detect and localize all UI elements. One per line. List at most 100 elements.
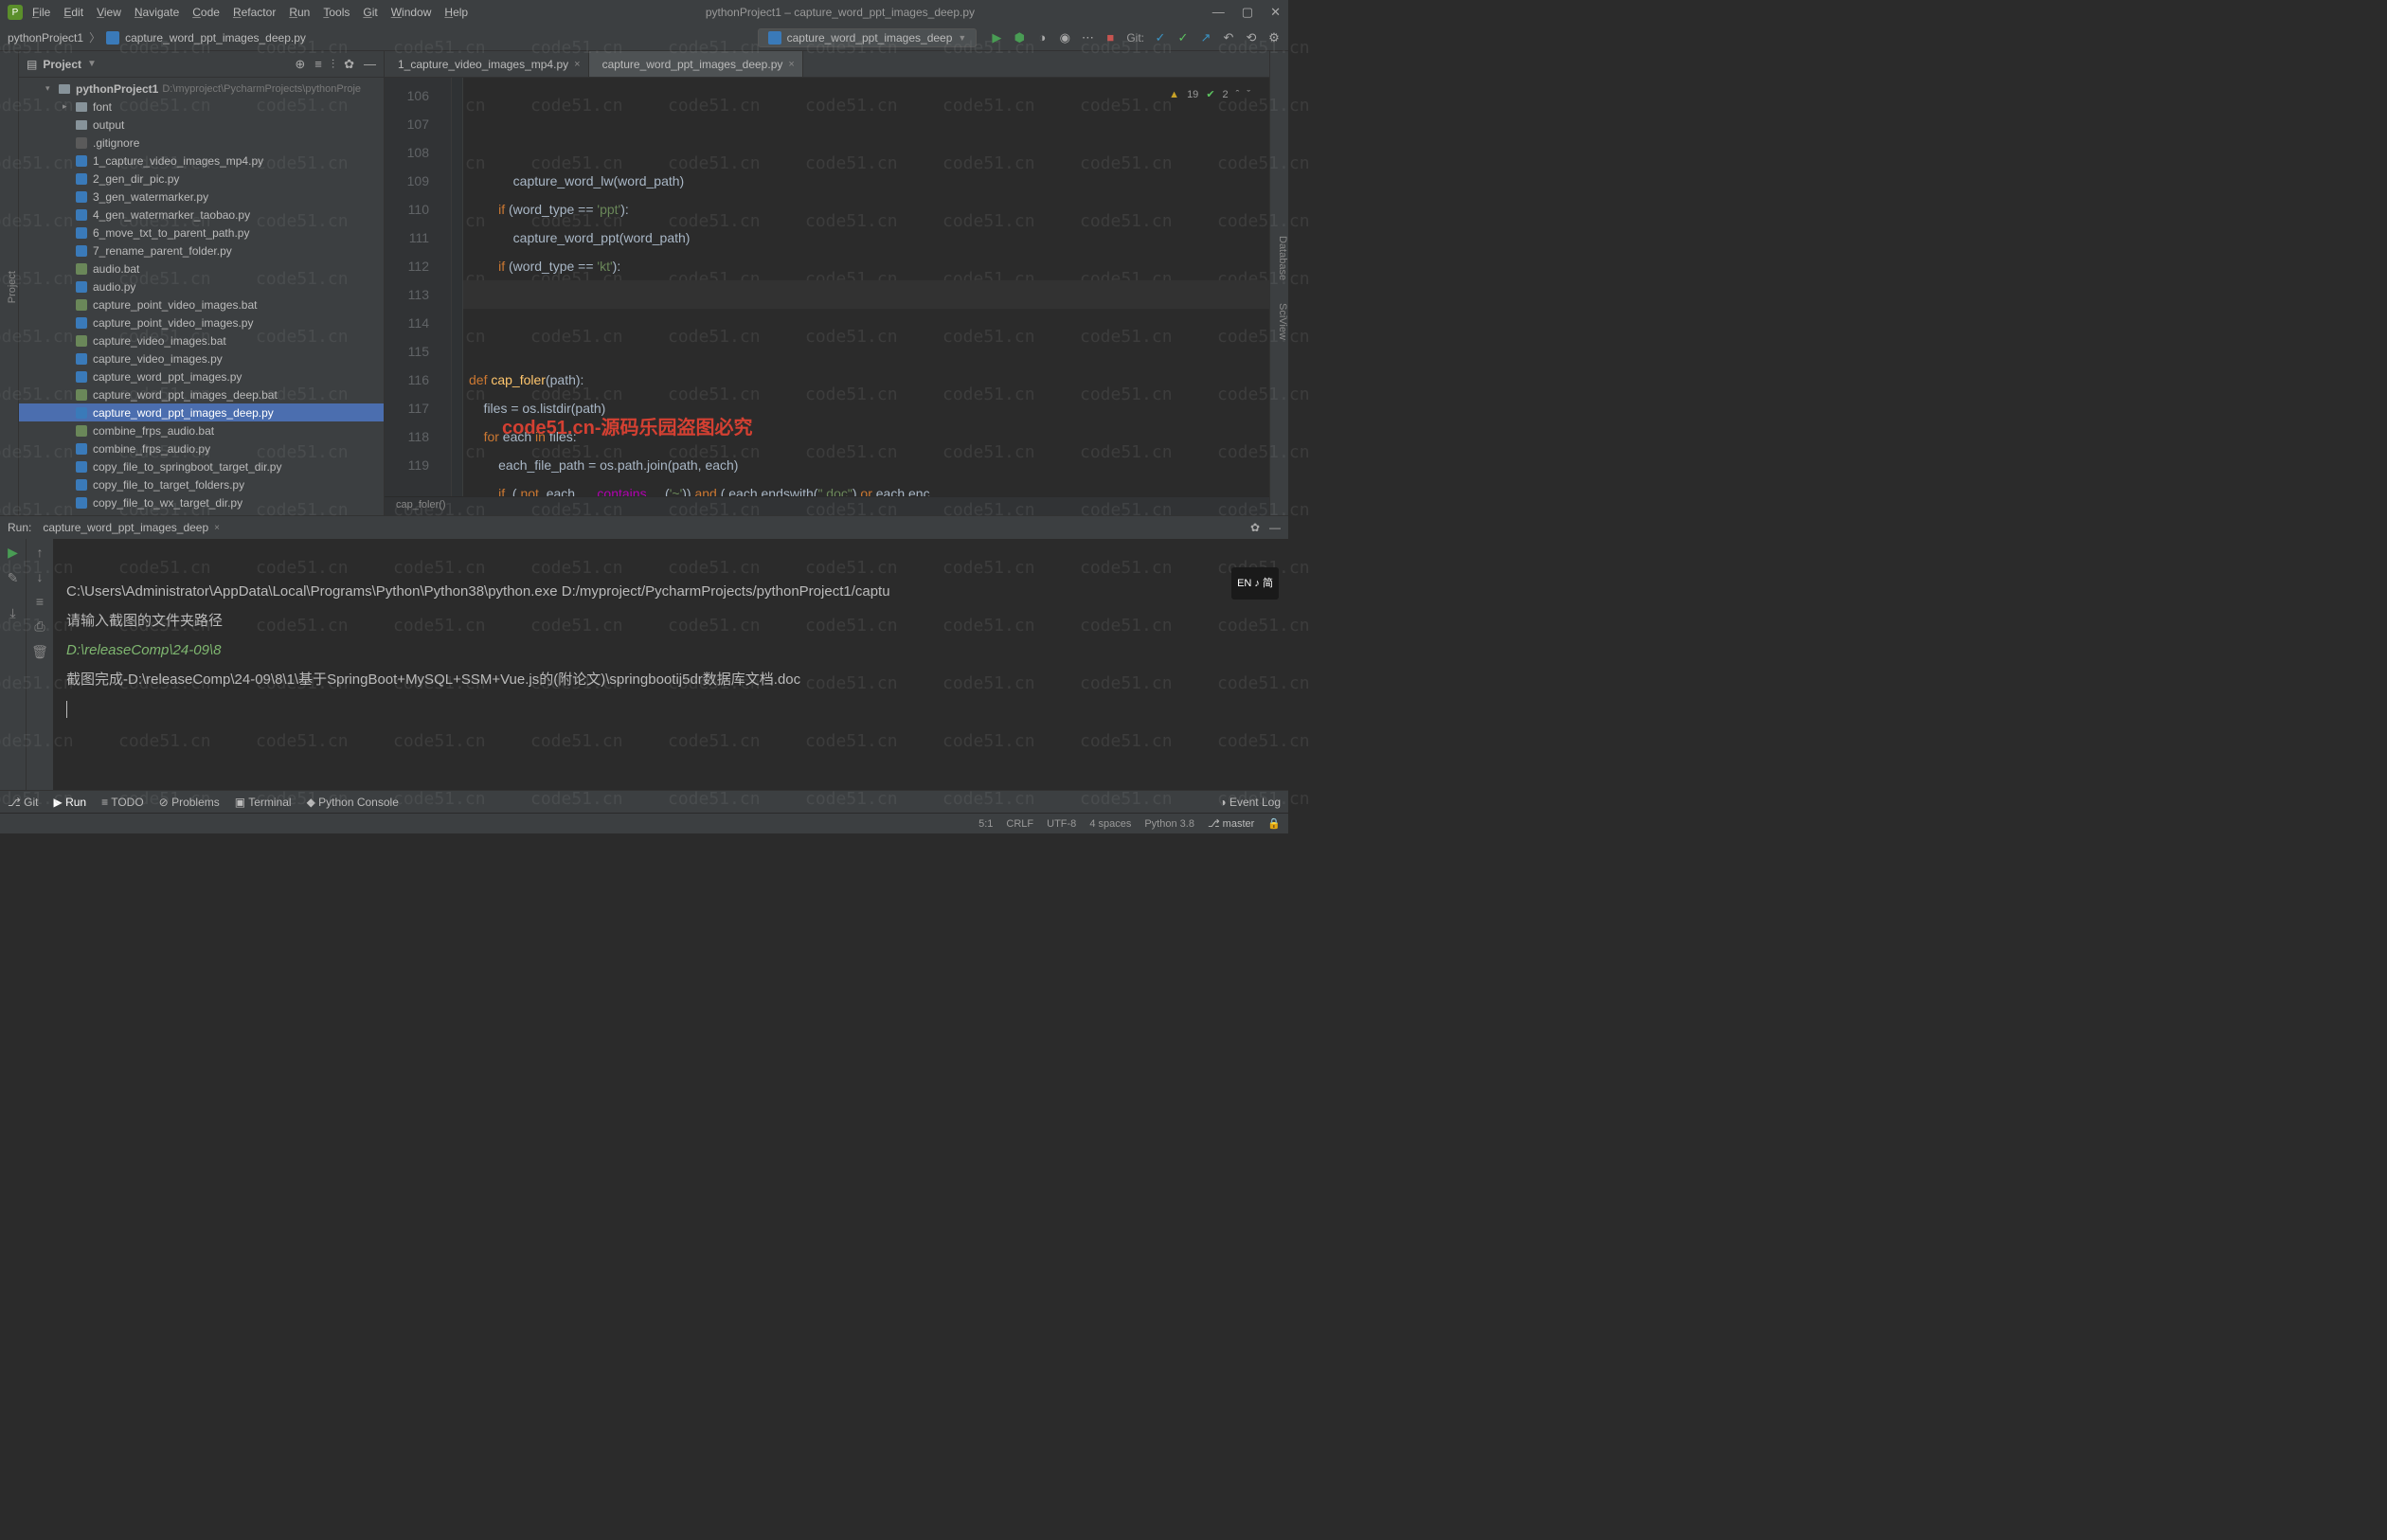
run-tab[interactable]: ▶ Run — [54, 796, 87, 809]
ime-indicator[interactable]: EN ♪ 简 — [1231, 567, 1279, 600]
settings-icon[interactable]: ✿ — [1250, 521, 1260, 534]
project-tool-button[interactable]: Project — [7, 271, 18, 303]
up-icon[interactable]: ↑ — [37, 545, 44, 560]
tree-item[interactable]: ▸font — [19, 98, 384, 116]
git-push-icon[interactable]: ↗ — [1199, 31, 1212, 45]
run-tab-name[interactable]: capture_word_ppt_images_deep — [43, 521, 208, 534]
project-header-label[interactable]: Project — [43, 58, 81, 71]
print-icon[interactable]: ⎙ — [34, 618, 45, 635]
collapse-all-icon[interactable]: ⫶ — [332, 57, 334, 72]
chevron-up-icon[interactable]: ˆ — [1236, 81, 1240, 109]
editor-breadcrumb[interactable]: cap_foler() — [385, 496, 1269, 515]
git-commit-icon[interactable]: ✓ — [1176, 31, 1190, 45]
close-tab-icon[interactable]: × — [214, 523, 220, 533]
hide-icon[interactable]: — — [1269, 521, 1281, 534]
menu-code[interactable]: Code — [192, 6, 220, 19]
close-icon[interactable]: ✕ — [1270, 5, 1281, 20]
git-rollback-icon[interactable]: ⟲ — [1245, 31, 1258, 45]
menu-view[interactable]: View — [97, 6, 121, 19]
editor-tab[interactable]: capture_word_ppt_images_deep.py× — [589, 51, 803, 77]
menu-refactor[interactable]: Refactor — [233, 6, 276, 19]
menu-file[interactable]: File — [32, 6, 50, 19]
chevron-down-icon[interactable]: ▼ — [87, 59, 97, 69]
rerun-icon[interactable]: ▶ — [8, 545, 18, 561]
git-update-icon[interactable]: ✓ — [1154, 31, 1167, 45]
run-configuration-selector[interactable]: capture_word_ppt_images_deep ▼ — [758, 28, 978, 47]
maximize-icon[interactable]: ▢ — [1242, 5, 1253, 20]
exit-icon[interactable]: ⤓ — [9, 605, 15, 621]
clear-icon[interactable]: 🗑 — [31, 644, 48, 660]
project-root[interactable]: ▾ pythonProject1 D:\myproject\PycharmPro… — [19, 80, 384, 98]
menu-tools[interactable]: Tools — [323, 6, 350, 19]
lock-icon[interactable]: 🔒 — [1267, 817, 1281, 830]
menu-navigate[interactable]: Navigate — [135, 6, 179, 19]
menu-edit[interactable]: Edit — [63, 6, 83, 19]
chevron-down-icon[interactable]: ˇ — [1247, 81, 1250, 109]
python-console-tab[interactable]: ◆ Python Console — [307, 796, 399, 809]
git-history-icon[interactable]: ↶ — [1222, 31, 1235, 45]
editor-tab[interactable]: 1_capture_video_images_mp4.py× — [385, 51, 589, 77]
tree-item[interactable]: capture_video_images.py — [19, 349, 384, 367]
hide-icon[interactable]: — — [364, 57, 376, 72]
menu-help[interactable]: Help — [444, 6, 468, 19]
tree-item[interactable]: capture_point_video_images.bat — [19, 295, 384, 313]
console-output[interactable]: C:\Users\Administrator\AppData\Local\Pro… — [53, 539, 1288, 790]
tree-item[interactable]: combine_frps_audio.py — [19, 439, 384, 457]
python-interpreter[interactable]: Python 3.8 — [1144, 818, 1194, 830]
todo-tab[interactable]: ≡ TODO — [101, 796, 144, 809]
git-tab[interactable]: ⎇ Git — [8, 796, 39, 809]
cursor-position[interactable]: 5:1 — [978, 818, 993, 830]
tree-item[interactable]: capture_word_ppt_images_deep.bat — [19, 385, 384, 403]
event-log-tab[interactable]: ◑ Event Log — [1219, 796, 1281, 809]
run-icon[interactable]: ▶ — [990, 31, 1003, 45]
tree-item[interactable]: combine_frps_audio.bat — [19, 421, 384, 439]
tree-item[interactable]: copy_file_to_springboot_target_dir.py — [19, 457, 384, 475]
tree-item[interactable]: audio.bat — [19, 260, 384, 278]
file-encoding[interactable]: UTF-8 — [1047, 818, 1076, 830]
tree-item[interactable]: capture_word_ppt_images.py — [19, 367, 384, 385]
tree-item[interactable]: capture_video_images.bat — [19, 331, 384, 349]
tree-item[interactable]: copy_file_to_target_folders.py — [19, 475, 384, 493]
close-tab-icon[interactable]: × — [574, 59, 580, 70]
tree-item[interactable]: 1_capture_video_images_mp4.py — [19, 152, 384, 170]
tree-item[interactable]: 6_move_txt_to_parent_path.py — [19, 224, 384, 242]
menu-window[interactable]: Window — [391, 6, 432, 19]
debug-icon[interactable]: ⬢ — [1013, 31, 1026, 45]
menu-git[interactable]: Git — [363, 6, 377, 19]
tree-item[interactable]: capture_point_video_images.py — [19, 313, 384, 331]
expand-all-icon[interactable]: ≡ — [314, 57, 322, 72]
tree-item[interactable]: 4_gen_watermarker_taobao.py — [19, 206, 384, 224]
terminal-tab[interactable]: ▣ Terminal — [235, 796, 292, 809]
problems-tab[interactable]: ⊘ Problems — [159, 796, 220, 809]
stop-icon[interactable]: ■ — [1104, 31, 1117, 45]
tree-item[interactable]: .gitignore — [19, 134, 384, 152]
profile-icon[interactable]: ◉ — [1058, 31, 1071, 45]
tree-item[interactable]: 7_rename_parent_folder.py — [19, 242, 384, 260]
line-separator[interactable]: CRLF — [1006, 818, 1033, 830]
sciview-tool-button[interactable]: SciView — [1277, 303, 1288, 340]
tree-item[interactable]: copy_file_to_wx_target_dir.py — [19, 493, 384, 511]
database-tool-button[interactable]: Database — [1277, 236, 1288, 280]
attach-icon[interactable]: ⋯ — [1081, 31, 1094, 45]
modify-run-icon[interactable]: ✎ — [8, 570, 19, 586]
down-icon[interactable]: ↓ — [37, 569, 44, 584]
tree-item[interactable]: audio.py — [19, 278, 384, 295]
settings-icon[interactable]: ✿ — [344, 57, 354, 72]
indent-settings[interactable]: 4 spaces — [1089, 818, 1131, 830]
tree-item[interactable]: capture_word_ppt_images_deep.py — [19, 403, 384, 421]
tree-item[interactable]: output — [19, 116, 384, 134]
menu-run[interactable]: Run — [289, 6, 310, 19]
soft-wrap-icon[interactable]: ≡ — [36, 594, 44, 609]
tree-item[interactable]: 2_gen_dir_pic.py — [19, 170, 384, 188]
code-editor[interactable]: 1061071081091101111121131141151161171181… — [385, 78, 1269, 496]
breadcrumb-file[interactable]: capture_word_ppt_images_deep.py — [125, 31, 306, 45]
breadcrumb-project[interactable]: pythonProject1 — [8, 31, 83, 45]
git-branch[interactable]: ⎇ master — [1208, 817, 1254, 830]
search-everywhere-icon[interactable]: ⚙ — [1267, 31, 1281, 45]
tree-item[interactable]: 3_gen_watermarker.py — [19, 188, 384, 206]
inspection-badges[interactable]: ▲19 ✔2 ˆ ˇ — [1169, 81, 1250, 109]
minimize-icon[interactable]: — — [1212, 5, 1225, 20]
coverage-icon[interactable]: ◑ — [1035, 31, 1049, 45]
select-opened-file-icon[interactable]: ⊕ — [295, 57, 305, 72]
close-tab-icon[interactable]: × — [788, 59, 794, 70]
